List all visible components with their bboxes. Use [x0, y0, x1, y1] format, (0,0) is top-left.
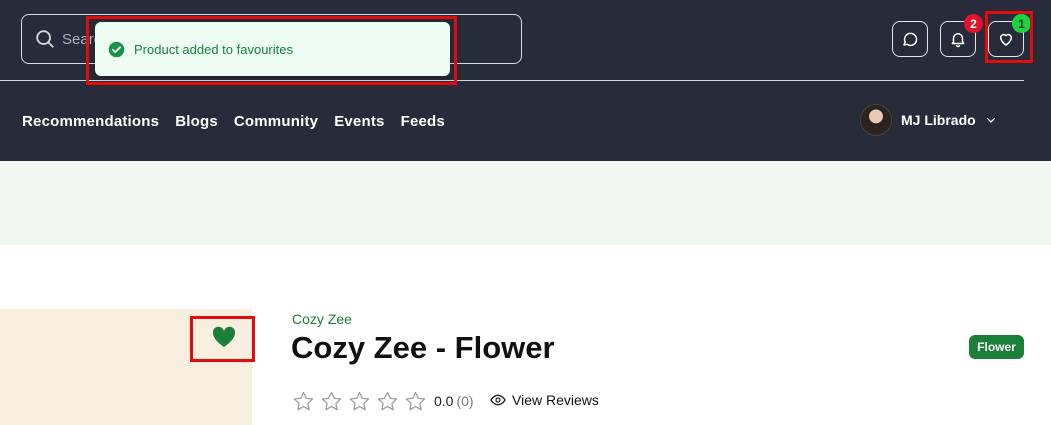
eye-icon — [490, 394, 506, 406]
user-name: MJ Librado — [901, 112, 976, 128]
rating-count: (0) — [456, 393, 474, 409]
product-brand-link[interactable]: Cozy Zee — [292, 311, 352, 327]
category-badge: Flower — [969, 335, 1024, 359]
favourites-highlight-box — [985, 11, 1033, 63]
notifications-button[interactable]: 2 — [940, 14, 983, 57]
nav-item-blogs[interactable]: Blogs — [175, 113, 218, 130]
page-banner — [0, 161, 1051, 245]
user-menu[interactable]: MJ Librado — [860, 104, 997, 136]
nav-item-events[interactable]: Events — [334, 113, 384, 130]
product-rating: 0.0 (0) — [292, 389, 474, 413]
nav-item-feeds[interactable]: Feeds — [401, 113, 445, 130]
favourite-highlight-box — [190, 316, 255, 362]
chevron-down-icon — [986, 117, 995, 123]
nav-item-community[interactable]: Community — [234, 113, 318, 130]
view-reviews-label: View Reviews — [512, 392, 599, 408]
nav-item-partial[interactable]: s — [0, 113, 1, 130]
chat-icon — [903, 32, 918, 47]
star-icon[interactable] — [348, 390, 371, 413]
star-icon[interactable] — [376, 390, 399, 413]
search-icon — [36, 30, 54, 48]
notifications-badge: 2 — [964, 14, 983, 33]
star-icon[interactable] — [404, 390, 427, 413]
rating-value: 0.0 — [434, 393, 454, 409]
bell-icon — [951, 33, 965, 48]
view-reviews-link[interactable]: View Reviews — [490, 392, 599, 408]
star-icon[interactable] — [320, 390, 343, 413]
nav-item-recommendations[interactable]: Recommendations — [22, 113, 159, 130]
avatar — [860, 104, 892, 136]
star-icon[interactable] — [292, 390, 315, 413]
toast-highlight-box — [86, 16, 457, 85]
product-title: Cozy Zee - Flower — [291, 330, 555, 365]
chat-button[interactable] — [892, 21, 928, 57]
